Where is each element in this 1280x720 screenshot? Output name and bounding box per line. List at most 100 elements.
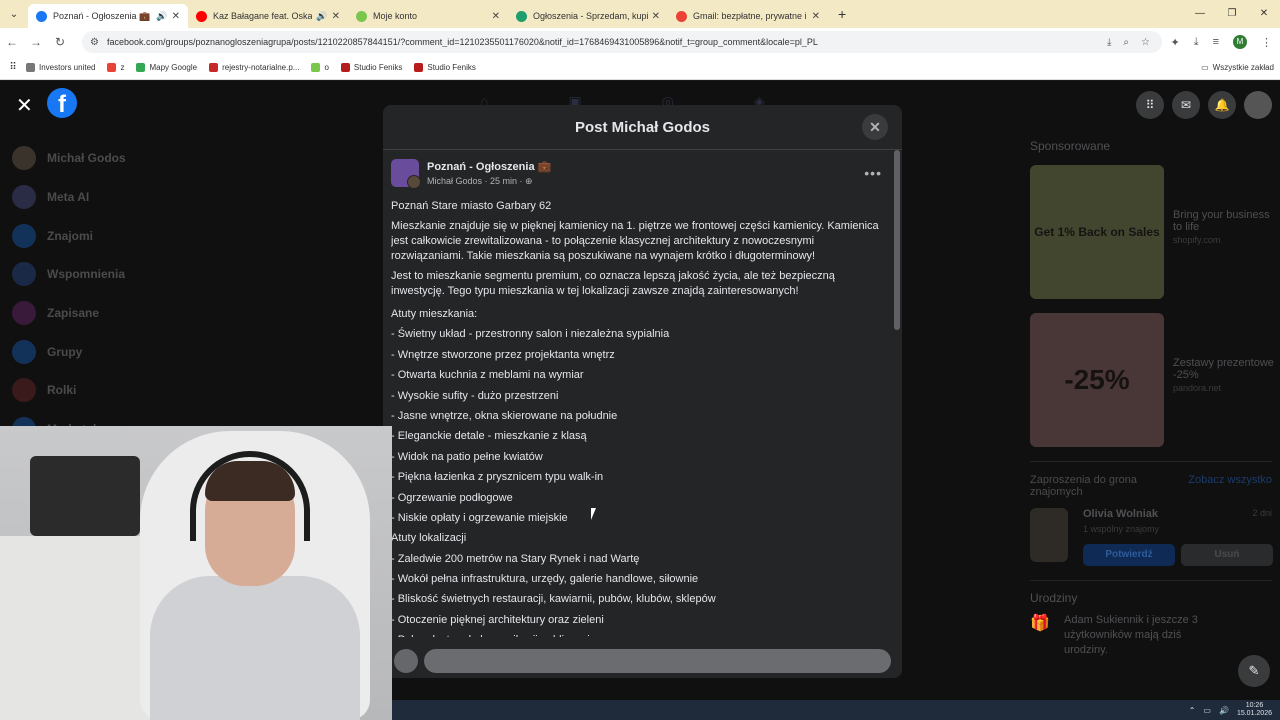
bookmark-favicon-icon [311,63,321,72]
invite-name[interactable]: Olivia Wolniak [1083,508,1273,520]
facebook-logo[interactable]: f [47,88,77,118]
sidebar-item[interactable]: Meta AI [12,178,126,217]
tab-close-icon[interactable]: ✕ [172,11,180,22]
sponsored-ad[interactable]: Get 1% Back on Sales Bring your business … [1030,165,1280,299]
minimize-button[interactable]: — [1184,0,1216,28]
post-line: - Świetny układ - przestronny salon i ni… [391,328,670,341]
more-options-button[interactable]: ••• [864,165,882,181]
sponsored-ad[interactable]: -25% Zestawy prezentowe -25% pandora.net [1030,313,1280,447]
invite-age: 2 dni [1252,508,1272,518]
bookmark-item[interactable]: Studio Feniks [414,63,476,72]
tab-close-icon[interactable]: ✕ [812,11,820,22]
network-icon[interactable]: ▭ [1203,706,1211,715]
menu-icon[interactable]: ⋮ [1261,36,1272,49]
tab-close-icon[interactable]: ✕ [332,11,340,22]
profile-avatar[interactable]: M [1233,35,1247,49]
sidebar-item-label: Meta AI [47,190,90,205]
sound-icon[interactable]: 🔊 [156,11,167,22]
sidebar-item[interactable]: Rolki [12,371,126,410]
author-name[interactable]: Michał Godos [427,176,482,186]
zoom-icon[interactable]: ⌕ [1123,37,1129,48]
clock[interactable]: 10:26 15.01.2026 [1237,702,1272,718]
bookmark-item[interactable]: z [107,63,124,72]
bookmark-item[interactable]: rejestry-notarialne.p... [209,63,299,72]
bookmark-item[interactable]: Studio Feniks [340,63,403,72]
post-line: - Piękna łazienka z prysznicem typu walk… [391,471,604,484]
tab-title: Gmail: bezpłatne, prywatne i be [693,11,808,21]
modal-close-button[interactable]: ✕ [862,114,888,140]
close-window-button[interactable]: ✕ [1248,0,1280,28]
menu-grid-icon[interactable]: ⠿ [1136,91,1164,119]
post-line: - Widok na patio pełne kwiatów [391,450,543,463]
forward-button[interactable]: → [24,35,48,49]
volume-icon[interactable]: 🔊 [1219,706,1229,715]
ad-image[interactable]: -25% [1030,313,1164,447]
install-icon[interactable]: ⤓ [1107,37,1111,48]
clock-time: 10:26 [1245,702,1264,709]
account-avatar[interactable] [1244,91,1272,119]
bookmark-label: Studio Feniks [353,63,403,72]
browser-tab[interactable]: Gmail: bezpłatne, prywatne i be ✕ [668,4,828,28]
close-icon[interactable]: ✕ [16,93,33,118]
ad-title: Zestawy prezentowe -25% [1173,357,1274,381]
download-icon[interactable]: ⤓ [1194,36,1199,49]
reload-button[interactable]: ↻ [48,35,72,49]
tab-close-icon[interactable]: ✕ [492,11,500,22]
invite-avatar[interactable] [1030,508,1068,562]
browser-tab[interactable]: Kaz Bałagane feat. Oskar83🔊 ✕ [188,4,348,28]
sound-icon[interactable]: 🔊 [316,11,327,22]
back-button[interactable]: ← [0,35,24,49]
address-bar[interactable]: ⚙ facebook.com/groups/poznanogloszeniagr… [82,31,1162,53]
browser-tab[interactable]: Ogłoszenia - Sprzedam, kupię ✕ [508,4,668,28]
sidebar-item[interactable]: Znajomi [12,216,126,255]
see-all-link[interactable]: Zobacz wszystko [1188,474,1272,498]
ad-domain: shopify.com [1173,235,1221,245]
invite-mutual: 1 wspólny znajomy [1083,524,1160,534]
post-line: - Eleganckie detale - mieszkanie z klasą [391,430,587,443]
chevron-up-icon[interactable]: ⌃ [1189,706,1196,715]
post-line: - Wysokie sufity - dużo przestrzeni [391,389,559,402]
tab-favicon-icon [676,10,687,22]
remove-button[interactable]: Usuń [1181,544,1273,566]
maximize-button[interactable]: ❐ [1216,0,1248,28]
sidebar-item[interactable]: Wspomnienia [12,255,126,294]
apps-icon[interactable]: ⠿ [0,62,26,73]
media-icon[interactable]: ≡ [1213,36,1219,48]
new-tab-button[interactable]: + [838,6,846,22]
extensions-icon[interactable]: ✦ [1170,36,1179,49]
confirm-button[interactable]: Potwierdź [1083,544,1175,566]
tab-close-icon[interactable]: ✕ [652,11,660,22]
webcam-overlay [0,426,392,720]
modal-scrollbar[interactable] [894,150,900,330]
post-line: - Pełen dostęp do komunikacji publicznej [391,630,886,637]
post: Poznań - Ogłoszenia 💼 Michał Godos · 25 … [391,157,886,637]
site-info-icon[interactable]: ⚙ [90,37,99,48]
browser-tab[interactable]: Moje konto ✕ [348,4,508,28]
messenger-icon[interactable]: ✉ [1172,91,1200,119]
bookmark-label: Mapy Google [149,63,198,72]
tab-search-button[interactable]: ⌄ [0,0,28,28]
bookmark-star-icon[interactable]: ☆ [1141,37,1150,48]
friend-invite[interactable]: Olivia Wolniak 1 wspólny znajomy Potwier… [1030,508,1280,566]
comment-bar [383,643,902,678]
bookmark-item[interactable]: Mapy Google [136,63,197,72]
ad-image[interactable]: Get 1% Back on Sales [1030,165,1164,299]
bookmark-item[interactable]: o [311,63,329,72]
sidebar-item[interactable]: Michał Godos [12,139,126,178]
all-bookmarks-button[interactable]: ▭ Wszystkie zakład [1201,56,1274,80]
right-column: Sponsorowane Get 1% Back on Sales Bring y… [1030,139,1280,658]
sidebar-item[interactable]: Zapisane [12,294,126,333]
comment-input[interactable] [424,648,891,673]
sidebar-item-label: Wspomnienia [47,267,126,282]
post-time[interactable]: 25 min [490,176,517,186]
new-message-button[interactable]: ✎ [1238,655,1270,687]
gift-icon: 🎁 [1030,615,1050,632]
group-name[interactable]: Poznań - Ogłoszenia 💼 [427,160,551,173]
bookmark-item[interactable]: Investors united [26,63,95,72]
author-avatar[interactable] [407,175,421,189]
birthday-item[interactable]: 🎁 Adam Sukiennik i jeszcze 3 użytkownikó… [1030,613,1280,658]
notifications-icon[interactable]: 🔔 [1208,91,1236,119]
sidebar-item[interactable]: Grupy [12,332,126,371]
group-avatar[interactable] [391,159,421,189]
browser-tab[interactable]: Poznań - Ogłoszenia 💼 | Po 🔊 ✕ [28,4,188,28]
